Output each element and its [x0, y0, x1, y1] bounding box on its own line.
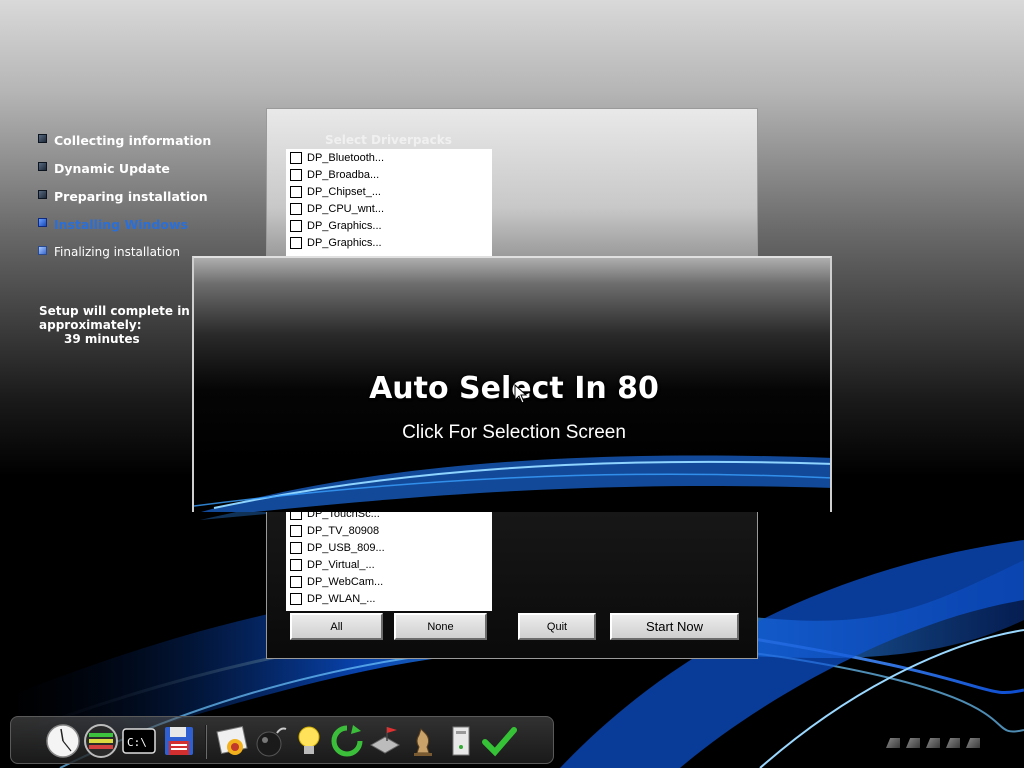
driverpack-label: DP_Graphics...: [307, 219, 382, 232]
chess-piece-icon[interactable]: [405, 723, 441, 759]
step-collecting-information: Collecting information: [38, 126, 238, 154]
svg-text:C:\: C:\: [127, 736, 147, 749]
step-dynamic-update: Dynamic Update: [38, 154, 238, 182]
list-item[interactable]: DP_CPU_wnt...: [286, 200, 492, 217]
step-bullet-icon: [38, 217, 47, 227]
list-item[interactable]: DP_Chipset_...: [286, 183, 492, 200]
list-item[interactable]: DP_USB_809...: [286, 539, 492, 556]
checkbox[interactable]: [290, 236, 302, 249]
desktop-page-3[interactable]: [926, 738, 940, 748]
driverpack-label: DP_TV_80908: [307, 524, 380, 537]
select-none-button[interactable]: None: [394, 613, 487, 640]
computer-tower-icon[interactable]: [443, 723, 479, 759]
step-bullet-icon: [38, 161, 47, 171]
auto-select-overlay[interactable]: Auto Select In 80 Click For Selection Sc…: [192, 256, 832, 512]
step-bullet-icon: [38, 245, 47, 255]
checkmark-icon[interactable]: [481, 723, 517, 759]
image-editor-icon[interactable]: [215, 723, 251, 759]
mouse-pointer-icon: [514, 384, 528, 404]
checkbox[interactable]: [290, 524, 302, 537]
quit-button[interactable]: Quit: [518, 613, 596, 640]
desktop-page-5[interactable]: [966, 738, 980, 748]
dock: C:\: [10, 716, 554, 764]
step-installing-windows: Installing Windows: [38, 210, 238, 238]
step-label: Dynamic Update: [54, 160, 170, 176]
clock-icon[interactable]: [45, 723, 81, 759]
eta-line-1: Setup will complete in: [39, 304, 190, 318]
driverpack-label: DP_USB_809...: [307, 541, 385, 554]
checkbox[interactable]: [290, 511, 302, 520]
network-flag-icon[interactable]: [367, 723, 403, 759]
list-item[interactable]: DP_TV_80908: [286, 522, 492, 539]
checkbox[interactable]: [290, 541, 302, 554]
eta-line-2: approximately:: [39, 318, 142, 332]
driverpack-label: DP_Bluetooth...: [307, 151, 385, 164]
checkbox[interactable]: [290, 575, 302, 588]
network-meter-icon[interactable]: [83, 723, 119, 759]
selection-screen-prompt[interactable]: Click For Selection Screen: [194, 422, 830, 444]
checkbox[interactable]: [290, 151, 302, 164]
step-label: Finalizing installation: [54, 245, 180, 259]
checkbox[interactable]: [290, 219, 302, 232]
checkbox[interactable]: [290, 592, 302, 605]
step-label: Installing Windows: [54, 216, 188, 232]
list-item[interactable]: DP_Graphics...: [286, 217, 492, 234]
driverpack-label: DP_Broadba...: [307, 168, 380, 181]
select-all-button[interactable]: All: [290, 613, 383, 640]
driverpack-label: DP_Chipset_...: [307, 185, 381, 198]
command-prompt-icon[interactable]: C:\: [121, 723, 157, 759]
driverpack-label: DP_CPU_wnt...: [307, 202, 385, 215]
driverpack-label: DP_TouchSc...: [307, 511, 380, 520]
start-now-button[interactable]: Start Now: [610, 613, 739, 640]
step-bullet-icon: [38, 189, 47, 199]
desktop-page-1[interactable]: [886, 738, 900, 748]
lightbulb-icon[interactable]: [291, 723, 327, 759]
driverpack-label: DP_WebCam...: [307, 575, 384, 588]
floppy-disk-icon[interactable]: [161, 723, 197, 759]
driverpack-dialog-title: Select Driverpacks: [325, 133, 452, 147]
driverpack-label: DP_Virtual_...: [307, 558, 375, 571]
driverpack-list[interactable]: DP_Bluetooth... DP_Broadba... DP_Chipset…: [286, 149, 492, 257]
bomb-icon[interactable]: [253, 723, 289, 759]
list-item[interactable]: DP_Virtual_...: [286, 556, 492, 573]
checkbox[interactable]: [290, 185, 302, 198]
step-preparing-installation: Preparing installation: [38, 182, 238, 210]
driverpack-label: DP_Graphics...: [307, 236, 382, 249]
list-item[interactable]: DP_TouchSc...: [286, 511, 492, 522]
checkbox[interactable]: [290, 558, 302, 571]
step-label: Collecting information: [54, 132, 212, 148]
driverpack-label: DP_WLAN_...: [307, 592, 376, 605]
desktop-page-4[interactable]: [946, 738, 960, 748]
list-item[interactable]: DP_Graphics...: [286, 234, 492, 251]
desktop-page-2[interactable]: [906, 738, 920, 748]
list-item[interactable]: DP_WebCam...: [286, 573, 492, 590]
desktop-pager: [886, 738, 980, 748]
checkbox[interactable]: [290, 202, 302, 215]
step-label: Preparing installation: [54, 188, 208, 204]
list-item[interactable]: DP_WLAN_...: [286, 590, 492, 607]
refresh-icon[interactable]: [329, 723, 365, 759]
list-item[interactable]: DP_Bluetooth...: [286, 149, 492, 166]
list-item[interactable]: DP_Broadba...: [286, 166, 492, 183]
driverpack-list-lower[interactable]: DP_TouchSc... DP_TV_80908 DP_USB_809... …: [286, 511, 492, 611]
step-bullet-icon: [38, 133, 47, 143]
setup-steps: Collecting information Dynamic Update Pr…: [38, 126, 238, 266]
dock-divider: [205, 725, 207, 759]
checkbox[interactable]: [290, 168, 302, 181]
auto-select-countdown: Auto Select In 80: [369, 371, 659, 406]
